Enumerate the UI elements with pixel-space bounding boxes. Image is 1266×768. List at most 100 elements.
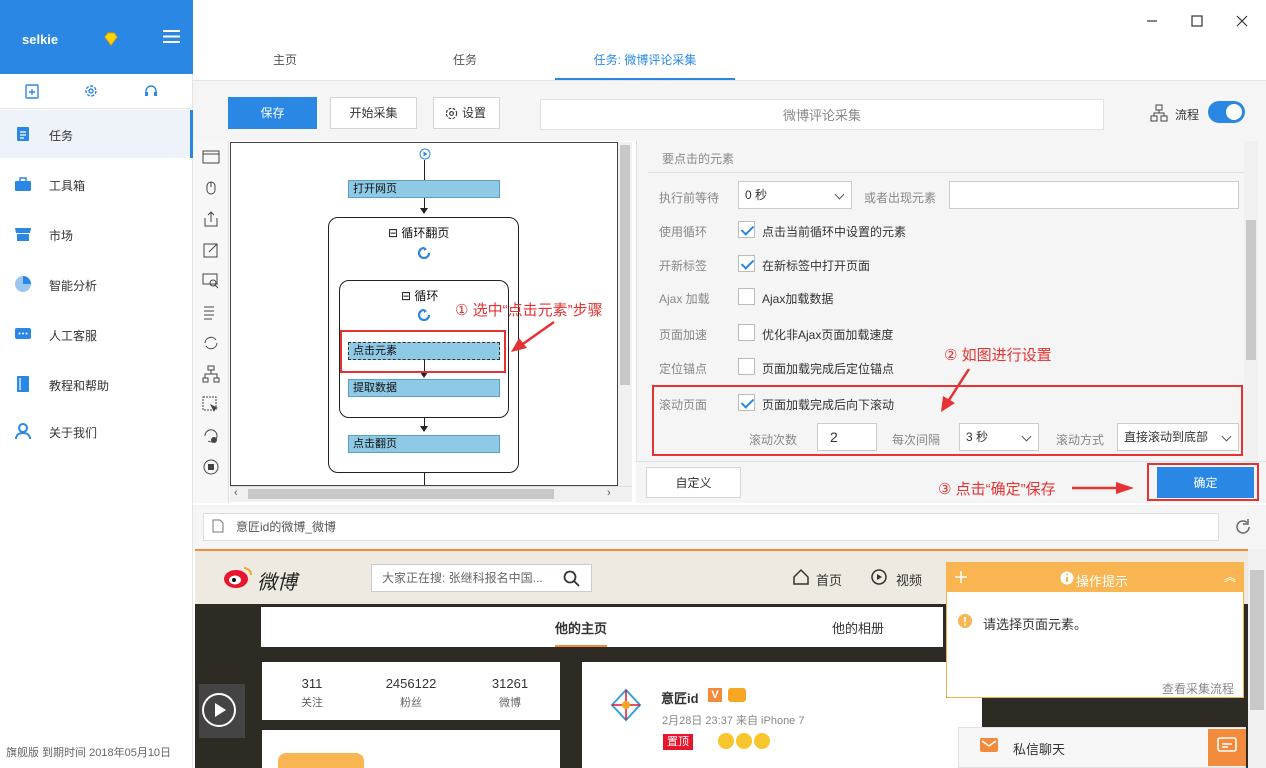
tab-home[interactable]: 主页 bbox=[230, 44, 340, 80]
start-node-icon bbox=[419, 148, 431, 160]
gear-icon[interactable] bbox=[83, 83, 99, 99]
step-click-next[interactable]: 点击翻页 bbox=[348, 435, 500, 453]
collapse-icon[interactable]: ︽ bbox=[1224, 568, 1236, 585]
step-open-page[interactable]: 打开网页 bbox=[348, 180, 500, 198]
tab-his-home[interactable]: 他的主页 bbox=[555, 618, 608, 647]
stat-label: 微博 bbox=[499, 697, 521, 709]
stat-label: 关注 bbox=[301, 697, 323, 709]
flow-scroll-thumb-v[interactable] bbox=[620, 145, 630, 385]
play-icon[interactable] bbox=[201, 692, 237, 728]
anchor-checkbox[interactable] bbox=[738, 358, 755, 375]
gear-icon bbox=[445, 107, 458, 120]
username[interactable]: selkie bbox=[22, 32, 58, 47]
scroll-left-icon[interactable]: ‹ bbox=[234, 487, 238, 499]
loop-refresh-icon bbox=[418, 309, 430, 321]
sidebar-item-toolbox[interactable]: 工具箱 bbox=[0, 160, 193, 208]
headset-icon[interactable] bbox=[143, 83, 159, 99]
menu-icon[interactable] bbox=[163, 30, 180, 43]
ajax-text: Ajax加载数据 bbox=[762, 292, 834, 306]
url-field[interactable]: 意匠id的微博_微博 bbox=[203, 513, 1219, 541]
maximize-icon[interactable] bbox=[1186, 10, 1208, 32]
tab-his-album[interactable]: 他的相册 bbox=[832, 618, 884, 637]
flow-toggle[interactable] bbox=[1208, 101, 1245, 123]
sidebar-item-label: 智能分析 bbox=[49, 279, 98, 293]
annotation-arrow bbox=[941, 368, 971, 412]
wait-select[interactable]: 0 秒 bbox=[738, 181, 852, 209]
weibo-search-input[interactable]: 大家正在搜: 张继科报名中国... bbox=[371, 564, 592, 592]
export-tool-icon[interactable] bbox=[202, 210, 220, 228]
refresh-icon[interactable] bbox=[1234, 518, 1252, 536]
stat-posts[interactable]: 31261 微博 bbox=[460, 676, 560, 710]
sidebar-item-analysis[interactable]: 智能分析 bbox=[0, 260, 193, 308]
avatar[interactable] bbox=[606, 685, 646, 725]
close-icon[interactable] bbox=[1231, 10, 1253, 32]
save-button[interactable]: 保存 bbox=[228, 97, 317, 129]
click-tool-icon[interactable] bbox=[202, 179, 220, 197]
home-icon bbox=[793, 568, 809, 585]
step-extract-data[interactable]: 提取数据 bbox=[348, 379, 500, 397]
branch-tool-icon[interactable] bbox=[202, 365, 220, 383]
speed-label: 页面加速 bbox=[659, 328, 708, 342]
use-loop-text: 点击当前循环中设置的元素 bbox=[762, 225, 907, 239]
weibo-logo-text: 微博 bbox=[257, 572, 297, 594]
settings-button[interactable]: 设置 bbox=[433, 97, 500, 129]
vip-diamond-icon bbox=[104, 32, 118, 46]
appear-element-input[interactable] bbox=[949, 181, 1239, 209]
user-icon bbox=[15, 423, 31, 440]
speed-checkbox[interactable] bbox=[738, 324, 755, 341]
wait-label: 执行前等待 bbox=[659, 191, 720, 205]
list-tool-icon[interactable] bbox=[202, 303, 220, 321]
divider bbox=[648, 172, 1244, 173]
minimize-icon[interactable] bbox=[1141, 10, 1163, 32]
book-icon bbox=[17, 376, 29, 392]
wait-tool-icon[interactable] bbox=[202, 427, 220, 445]
weibo-nav-video[interactable]: 视频 bbox=[896, 570, 922, 589]
loop-tool-icon[interactable] bbox=[202, 334, 220, 352]
weibo-nav-home[interactable]: 首页 bbox=[816, 570, 842, 589]
anchor-text: 页面加载完成后定位锚点 bbox=[762, 362, 895, 376]
post-username[interactable]: 意匠id bbox=[661, 688, 699, 707]
sidebar-item-label: 工具箱 bbox=[49, 179, 86, 193]
settings-label: 设置 bbox=[462, 106, 487, 120]
view-flow-link[interactable]: 查看采集流程 bbox=[1162, 680, 1234, 697]
start-collect-button[interactable]: 开始采集 bbox=[330, 97, 417, 129]
search-icon[interactable] bbox=[563, 570, 580, 587]
tab-current-task[interactable]: 任务: 微博评论采集 bbox=[555, 44, 735, 80]
stat-num: 311 bbox=[301, 676, 323, 691]
web-scroll-thumb-v[interactable] bbox=[1250, 570, 1264, 710]
speed-text: 优化非Ajax页面加载速度 bbox=[762, 328, 894, 342]
tip-message: 请选择页面元素。 bbox=[983, 617, 1088, 632]
stop-tool-icon[interactable] bbox=[202, 458, 220, 476]
stat-fans[interactable]: 2456122 粉丝 bbox=[361, 676, 461, 710]
sidebar-item-label: 市场 bbox=[49, 229, 74, 243]
open-page-tool-icon[interactable] bbox=[202, 148, 220, 166]
loop-refresh-icon bbox=[418, 247, 430, 259]
private-chat-bar[interactable] bbox=[958, 727, 1246, 768]
stat-following[interactable]: 311 关注 bbox=[262, 676, 362, 710]
use-loop-checkbox[interactable] bbox=[738, 221, 755, 238]
find-element-tool-icon[interactable] bbox=[202, 272, 220, 290]
clipboard-add-icon[interactable] bbox=[24, 83, 40, 99]
new-tab-checkbox[interactable] bbox=[738, 255, 755, 272]
select-tool-icon[interactable] bbox=[202, 396, 220, 414]
task-name-field[interactable]: 微博评论采集 bbox=[540, 99, 1104, 130]
ajax-checkbox[interactable] bbox=[738, 288, 755, 305]
tip-title: 操作提示 bbox=[1076, 574, 1129, 589]
sidebar-item-support[interactable]: 人工客服 bbox=[0, 310, 193, 358]
settings-scroll-thumb-v[interactable] bbox=[1246, 220, 1256, 360]
tab-tasks[interactable]: 任务 bbox=[410, 44, 520, 80]
sidebar-item-about[interactable]: 关于我们 bbox=[0, 407, 193, 455]
scroll-right-icon[interactable]: › bbox=[607, 487, 611, 499]
sidebar-item-market[interactable]: 市场 bbox=[0, 210, 193, 258]
edit-tool-icon[interactable] bbox=[202, 241, 220, 259]
sidebar-item-task[interactable]: 任务 bbox=[0, 110, 193, 158]
weibo-stats: 311 关注 2456122 粉丝 31261 微博 bbox=[262, 662, 560, 720]
section-title: 要点击的元素 bbox=[662, 152, 735, 166]
flow-scroll-thumb-h[interactable] bbox=[248, 489, 554, 499]
weibo-logo-icon[interactable] bbox=[222, 565, 254, 589]
sidebar-item-help[interactable]: 教程和帮助 bbox=[0, 360, 193, 408]
warning-icon bbox=[958, 614, 972, 628]
move-icon[interactable] bbox=[954, 570, 968, 584]
annotation-box-ok bbox=[1147, 463, 1259, 501]
custom-button[interactable]: 自定义 bbox=[646, 467, 741, 498]
